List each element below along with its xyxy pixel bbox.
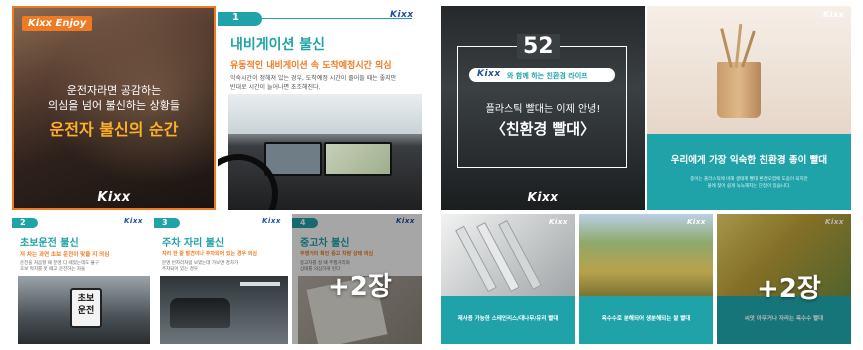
post-b-card-rice-straw[interactable]: Kixx 옥수수로 분해되어 생분해되는 쌀 빨대 xyxy=(579,214,713,344)
main-subtitle-line2: 의심을 넘어 불신하는 상황들 xyxy=(48,99,180,112)
kixx-logo: Kixx xyxy=(549,218,568,226)
card-number: 1 xyxy=(232,12,239,23)
post-b-card-paper-straw[interactable]: Kixx 우리에게 가장 익숙한 친환경 종이 빨대 종이는 플라스틱에 비해 … xyxy=(647,6,851,210)
kixx-logo: Kixx xyxy=(823,10,845,19)
parked-car xyxy=(170,298,230,328)
beginner-sticker: 초보 운전 xyxy=(70,288,102,328)
paper-cup xyxy=(717,62,761,118)
dashboard-screen-right xyxy=(324,142,392,176)
dashboard-screen-left xyxy=(264,142,322,176)
garage-light xyxy=(240,282,280,286)
paper-cup-photo: Kixx xyxy=(647,6,851,134)
page: Kixx Enjoy 운전자라면 공감하는 의심을 넘어 불신하는 상황들 운전… xyxy=(0,0,863,350)
kixx-logo: Kixx xyxy=(390,10,414,20)
main-subtitle: 플라스틱 빨대는 이제 안녕! xyxy=(485,104,601,115)
post-a-card-parking[interactable]: 3 Kixx 주차 자리 불신 자리 한 줄 발견이나 주차되어 있는 경우 의… xyxy=(154,214,288,344)
sticker-text-line2: 운전 xyxy=(77,306,95,316)
kixx-logo: Kixx xyxy=(124,217,143,225)
main-subtitle-line1: 운전자라면 공감하는 xyxy=(66,84,162,97)
more-images-count[interactable]: +2장 xyxy=(328,266,392,303)
main-title: 운전자 불신의 순간 xyxy=(49,120,179,139)
post-b-main-image[interactable]: 52 Kixx 와 함께 하는 친환경 라이프 플라스틱 빨대는 이제 안녕! … xyxy=(441,6,645,210)
more-images-count[interactable]: +2장 xyxy=(757,268,821,305)
card-title: 내비게이션 불신 xyxy=(230,37,326,53)
card-desc-line2: 주차되어 있는 경우 xyxy=(162,267,198,272)
sticker-text-line1: 초보 xyxy=(77,294,95,304)
card-number: 3 xyxy=(162,218,168,227)
card-desc-line2: 물에 젖어 쉽게 눅눅해지는 단점이 있습니다. xyxy=(707,184,791,189)
windshield-view xyxy=(228,94,422,134)
card-desc-line1: 종이는 플라스틱에 비해 생태계 빨대 환경오염에 도움이 되지만 xyxy=(690,177,808,182)
issue-number: 52 xyxy=(517,34,560,59)
card-number: 2 xyxy=(20,218,26,227)
card-highlight: 저 차는 과연 초보 운전이 맞을 지 의심 xyxy=(20,252,110,258)
post-a-card-used-car[interactable]: 4 Kixx 중고차 불신 주행거리 확인 중고 차량 상태 의심 중고차를 살… xyxy=(292,214,422,344)
card-title: 주차 자리 불신 xyxy=(162,238,225,249)
kixx-logo: Kixx xyxy=(687,218,706,226)
dashboard-photo xyxy=(218,94,422,210)
card-desc-line2: 반대로 시간이 늘어나면 초조해진다. xyxy=(230,84,321,91)
post-b-gallery[interactable]: 52 Kixx 와 함께 하는 친환경 라이프 플라스틱 빨대는 이제 안녕! … xyxy=(441,6,851,344)
post-a-main-image[interactable]: Kixx Enjoy 운전자라면 공감하는 의심을 넘어 불신하는 상황들 운전… xyxy=(12,6,216,210)
card-highlight: 자리 한 줄 발견이나 주차되어 있는 경우 의심 xyxy=(162,251,257,257)
parking-garage-photo xyxy=(160,276,288,344)
card-caption: 재사용 가능한 스테인리스/대나무/유리 빨대 xyxy=(457,316,559,322)
card-desc-line1: 익숙시간이 정해져 있는 경우, 도착예정 시간이 줄어들 때는 좋지만 xyxy=(230,75,397,82)
post-a-card-navigation[interactable]: 1 Kixx 내비게이션 불신 유동적인 내비게이션 속 도착예정시간 의심 익… xyxy=(218,6,422,210)
main-title: 〈친환경 빨대〉 xyxy=(490,120,596,138)
post-a-gallery[interactable]: Kixx Enjoy 운전자라면 공감하는 의심을 넘어 불신하는 상황들 운전… xyxy=(12,6,422,344)
kixx-brand: Kixx xyxy=(477,69,501,79)
caption-panel xyxy=(647,134,851,210)
card-caption: 옥수수로 분해되어 생분해되는 쌀 빨대 xyxy=(601,316,691,322)
card-highlight: 유동적인 내비게이션 속 도착예정시간 의심 xyxy=(230,61,392,71)
kixx-enjoy-badge: Kixx Enjoy xyxy=(22,16,93,31)
post-b-card-corn-straw[interactable]: Kixx 씨앗 아무거나 자라는 옥수수 빨대 +2장 xyxy=(717,214,851,344)
kixx-logo: Kixx xyxy=(262,217,281,225)
card-desc-line2: 초보 딱지를 못 떼고 운전하는 차들 xyxy=(20,267,86,272)
series-label: 와 함께 하는 친환경 라이프 xyxy=(507,72,588,80)
card-title: 초보운전 불신 xyxy=(20,238,79,249)
post-b-card-reusable-straw[interactable]: Kixx 재사용 가능한 스테인리스/대나무/유리 빨대 xyxy=(441,214,575,344)
card-title: 우리에게 가장 익숙한 친환경 종이 빨대 xyxy=(670,155,828,166)
post-a-card-beginner[interactable]: 2 Kixx 초보운전 불신 저 차는 과연 초보 운전이 맞을 지 의심 운전… xyxy=(12,214,150,344)
card-number-badge xyxy=(218,12,262,26)
rice-field-photo xyxy=(579,214,713,296)
kixx-logo: Kixx xyxy=(97,190,131,205)
stainless-straws-photo: Kixx xyxy=(441,214,575,296)
kixx-logo: Kixx xyxy=(527,190,559,204)
